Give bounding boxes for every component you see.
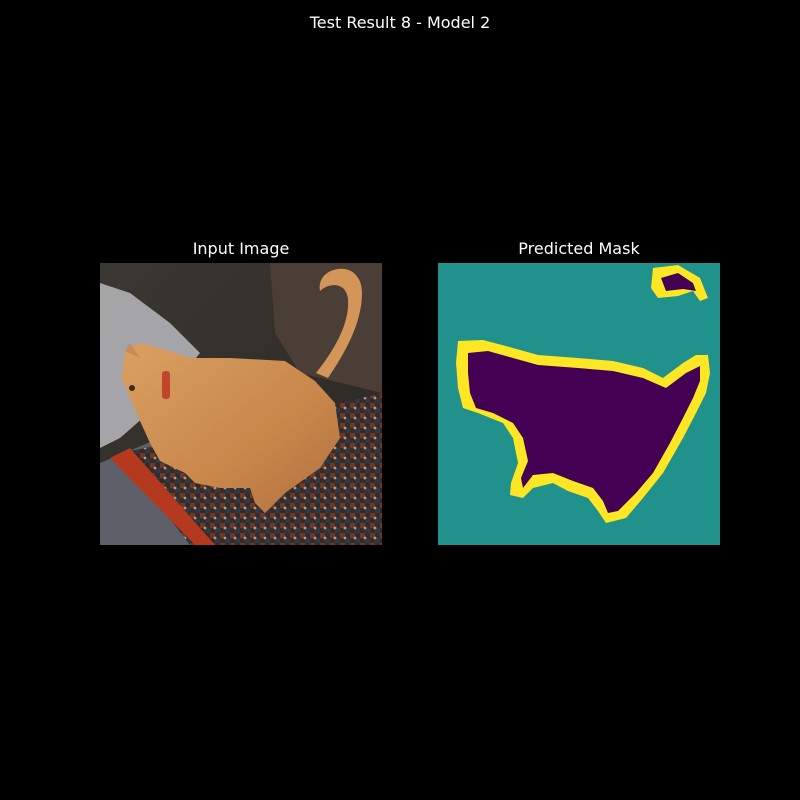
figure-title: Test Result 8 - Model 2	[309, 13, 491, 32]
input-image	[100, 263, 382, 545]
input-image-title: Input Image	[192, 239, 290, 258]
predicted-mask-title: Predicted Mask	[518, 239, 640, 258]
predicted-mask	[438, 263, 720, 545]
cat-photo	[100, 263, 382, 545]
segmentation-mask	[438, 263, 720, 545]
figure: Test Result 8 - Model 2 Input Image Pred…	[0, 0, 800, 800]
